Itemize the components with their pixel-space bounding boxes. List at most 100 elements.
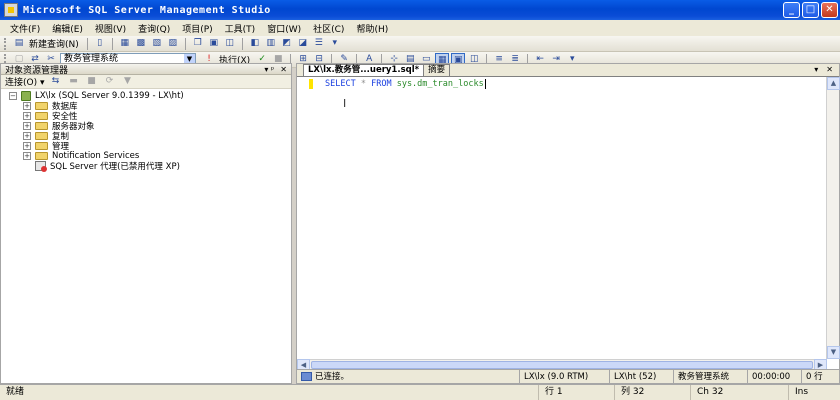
connect-dropdown[interactable]: 连接(O) ▾: [5, 75, 45, 88]
operator-star: *: [360, 79, 366, 89]
scroll-up-icon[interactable]: ▲: [827, 77, 840, 90]
xmla-query-icon[interactable]: ▨: [166, 37, 180, 50]
open-file-icon[interactable]: ❐: [191, 37, 205, 50]
expand-icon[interactable]: +: [23, 132, 31, 140]
menu-query[interactable]: 查询(Q): [132, 22, 176, 35]
template-explorer-icon[interactable]: ◪: [296, 37, 310, 50]
object-explorer-icon[interactable]: ◩: [280, 37, 294, 50]
standard-toolbar: ▤ 新建查询(N) ▯ ▦ ▩ ▧ ▨ ❐ ▣ ◫ ◧ ▥ ◩ ◪ ☰ ▾: [0, 36, 840, 52]
toolbar-separator: [111, 37, 113, 50]
menu-window[interactable]: 窗口(W): [261, 22, 307, 35]
query-status-bar: 已连接。 LX\lx (9.0 RTM) LX\ht (52) 教务管理系统 0…: [297, 369, 839, 384]
refresh-icon[interactable]: ⟳: [103, 75, 117, 88]
toolbar-separator: [241, 37, 243, 50]
toolbar-separator: [86, 37, 88, 50]
window-controls: _ □ ✕: [783, 2, 838, 18]
disconnect-server-icon[interactable]: ▬: [67, 75, 81, 88]
toolbar-separator: [184, 37, 186, 50]
folder-icon: [35, 132, 48, 140]
status-column: 列 32: [614, 384, 690, 400]
new-query-icon[interactable]: ▤: [12, 37, 26, 50]
toolbar-grip[interactable]: [4, 37, 7, 50]
keyword-select: SELECT: [325, 79, 356, 89]
minimize-button[interactable]: _: [783, 2, 800, 18]
status-bar: 就绪 行 1 列 32 Ch 32 Ins: [0, 384, 840, 400]
document-tabs: LX\lx.教务管...uery1.sql* 摘要 ▾ ✕: [297, 64, 839, 77]
tree-node-sql-agent[interactable]: SQL Server 代理(已禁用代理 XP): [9, 161, 291, 172]
status-insert-mode: Ins: [788, 384, 840, 400]
expand-icon[interactable]: +: [23, 112, 31, 120]
tab-query1[interactable]: LX\lx.教务管...uery1.sql*: [303, 64, 425, 76]
maximize-button[interactable]: □: [802, 2, 819, 18]
filter-icon[interactable]: ▼: [121, 75, 135, 88]
folder-icon: [35, 102, 48, 110]
agent-disabled-icon: [35, 161, 47, 172]
close-tab-icon[interactable]: ✕: [826, 65, 833, 74]
menu-tools[interactable]: 工具(T): [219, 22, 262, 35]
mdx-query-icon[interactable]: ▧: [150, 37, 164, 50]
menu-help[interactable]: 帮助(H): [350, 22, 394, 35]
connect-server-icon[interactable]: ⇆: [49, 75, 63, 88]
status-line: 行 1: [538, 384, 614, 400]
object-explorer-toolbar: 连接(O) ▾ ⇆ ▬ ■ ⟳ ▼: [1, 75, 291, 89]
new-file-icon[interactable]: ▯: [93, 37, 107, 50]
analysis-query-icon[interactable]: ▩: [134, 37, 148, 50]
summary-icon[interactable]: ▥: [264, 37, 278, 50]
status-char: Ch 32: [690, 384, 788, 400]
tab-summary[interactable]: 摘要: [423, 64, 451, 76]
menu-edit[interactable]: 编辑(E): [46, 22, 89, 35]
ibeam-cursor-icon: I: [343, 97, 347, 110]
server-icon: [21, 91, 31, 101]
save-all-icon[interactable]: ◫: [223, 37, 237, 50]
pin-icon[interactable]: ▾ ᵖ: [264, 65, 274, 74]
elapsed-time: 00:00:00: [747, 369, 801, 384]
close-panel-icon[interactable]: ✕: [280, 65, 287, 74]
keyword-from: FROM: [371, 79, 392, 89]
status-ready: 就绪: [6, 386, 25, 397]
database-engine-query-icon[interactable]: ▦: [118, 37, 132, 50]
menu-bar: 文件(F) 编辑(E) 视图(V) 查询(Q) 项目(P) 工具(T) 窗口(W…: [0, 20, 840, 36]
toolbar-options-icon[interactable]: ▾: [328, 37, 342, 50]
vertical-scrollbar[interactable]: ▲ ▼: [826, 77, 840, 359]
close-button[interactable]: ✕: [821, 2, 838, 18]
expand-icon[interactable]: +: [23, 122, 31, 130]
tree-spacer: [23, 162, 31, 170]
object-name: sys.dm_tran_locks: [396, 79, 484, 89]
code-editor[interactable]: SELECT * FROM sys.dm_tran_locks I: [297, 77, 827, 359]
database-info: 教务管理系统: [673, 369, 747, 384]
object-explorer-panel: 对象资源管理器 ▾ ᵖ ✕ 连接(O) ▾ ⇆ ▬ ■ ⟳ ▼ − LX\lx …: [0, 63, 292, 384]
query-editor-panel: LX\lx.教务管...uery1.sql* 摘要 ▾ ✕ SELECT * F…: [296, 63, 840, 384]
expand-icon[interactable]: +: [23, 142, 31, 150]
tree-node-management[interactable]: + 管理: [9, 141, 291, 152]
menu-view[interactable]: 视图(V): [89, 22, 132, 35]
menu-community[interactable]: 社区(C): [307, 22, 350, 35]
tree-node-label: SQL Server 代理(已禁用代理 XP): [50, 162, 180, 172]
horizontal-scroll-thumb[interactable]: [311, 361, 813, 369]
user-info: LX\ht (52): [609, 369, 673, 384]
stop-icon[interactable]: ■: [85, 75, 99, 88]
changed-line-marker: [309, 79, 313, 89]
folder-icon: [35, 112, 48, 120]
collapse-icon[interactable]: −: [9, 92, 17, 100]
tab-list-dropdown-icon[interactable]: ▾: [814, 65, 818, 74]
expand-icon[interactable]: +: [23, 102, 31, 110]
ssms-app-icon: [4, 3, 18, 17]
registered-servers-icon[interactable]: ◧: [248, 37, 262, 50]
connection-status-label: 已连接。: [315, 371, 350, 382]
save-icon[interactable]: ▣: [207, 37, 221, 50]
title-bar: Microsoft SQL Server Management Studio _…: [0, 0, 840, 20]
expand-icon[interactable]: +: [23, 152, 31, 160]
window-title: Microsoft SQL Server Management Studio: [23, 4, 271, 16]
object-explorer-header: 对象资源管理器 ▾ ᵖ ✕: [1, 64, 291, 76]
menu-file[interactable]: 文件(F): [4, 22, 46, 35]
row-count: 0 行: [801, 369, 839, 384]
properties-icon[interactable]: ☰: [312, 37, 326, 50]
scroll-down-icon[interactable]: ▼: [827, 346, 840, 359]
object-explorer-title: 对象资源管理器: [5, 65, 69, 76]
new-query-button[interactable]: 新建查询(N): [29, 37, 79, 50]
menu-project[interactable]: 项目(P): [176, 22, 218, 35]
folder-icon: [35, 152, 48, 160]
connection-status: 已连接。: [297, 370, 519, 384]
text-caret: [484, 79, 486, 89]
folder-icon: [35, 142, 48, 150]
